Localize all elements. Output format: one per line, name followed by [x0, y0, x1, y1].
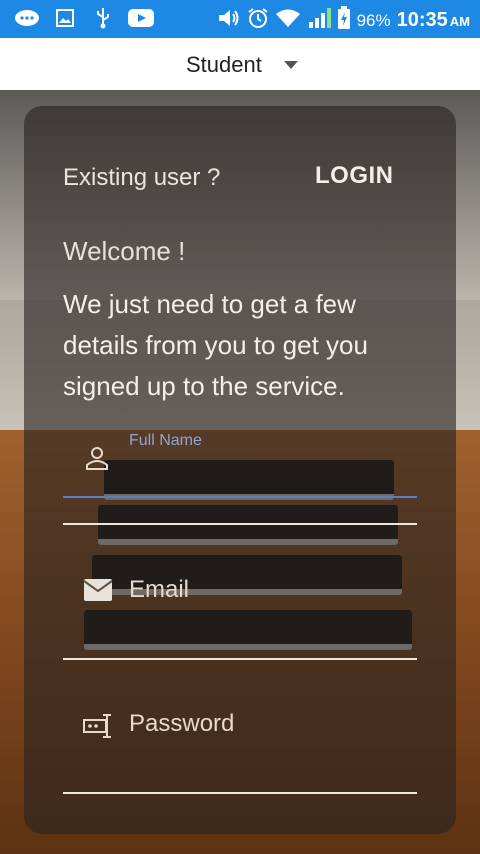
full-name-underline	[63, 496, 417, 498]
field-divider	[63, 523, 417, 525]
wifi-icon	[275, 8, 301, 33]
clock-ampm: AM	[449, 14, 470, 29]
usb-icon	[90, 7, 116, 29]
status-bar-system: 96% 10:35 AM	[217, 6, 470, 35]
image-icon	[52, 7, 78, 29]
password-field[interactable]: Password	[63, 702, 417, 796]
battery-charging-icon	[337, 6, 351, 35]
signal-icon	[307, 6, 331, 35]
status-bar: 96% 10:35 AM	[0, 0, 480, 38]
password-underline	[63, 792, 417, 794]
intro-text: We just need to get a few details from y…	[63, 289, 368, 401]
volume-icon	[217, 7, 241, 34]
person-icon	[83, 444, 111, 472]
role-dropdown-value: Student	[186, 52, 262, 77]
battery-percent: 96%	[356, 10, 391, 30]
full-name-field[interactable]: Full Name	[63, 428, 417, 528]
full-name-label: Full Name	[129, 432, 202, 449]
youtube-icon	[128, 7, 154, 29]
envelope-icon	[83, 578, 113, 606]
password-placeholder: Password	[129, 710, 235, 737]
alarm-icon	[247, 7, 269, 34]
status-bar-notifications	[14, 7, 154, 29]
chat-icon	[14, 7, 40, 29]
email-underline	[63, 658, 417, 660]
role-dropdown[interactable]: Student	[186, 52, 298, 78]
clock: 10:35 AM	[397, 9, 470, 32]
login-button[interactable]: LOGIN	[315, 162, 394, 190]
existing-user-text: Existing user ?	[63, 164, 221, 191]
welcome-heading: Welcome !	[63, 236, 186, 266]
clock-time: 10:35	[396, 9, 448, 31]
chevron-down-icon	[283, 61, 298, 69]
password-icon	[83, 712, 111, 740]
email-placeholder: Email	[129, 576, 190, 603]
role-bar: Student	[0, 38, 480, 90]
signup-card: Existing user ? LOGIN Welcome ! We just …	[24, 106, 456, 834]
email-field[interactable]: Email	[63, 566, 417, 660]
